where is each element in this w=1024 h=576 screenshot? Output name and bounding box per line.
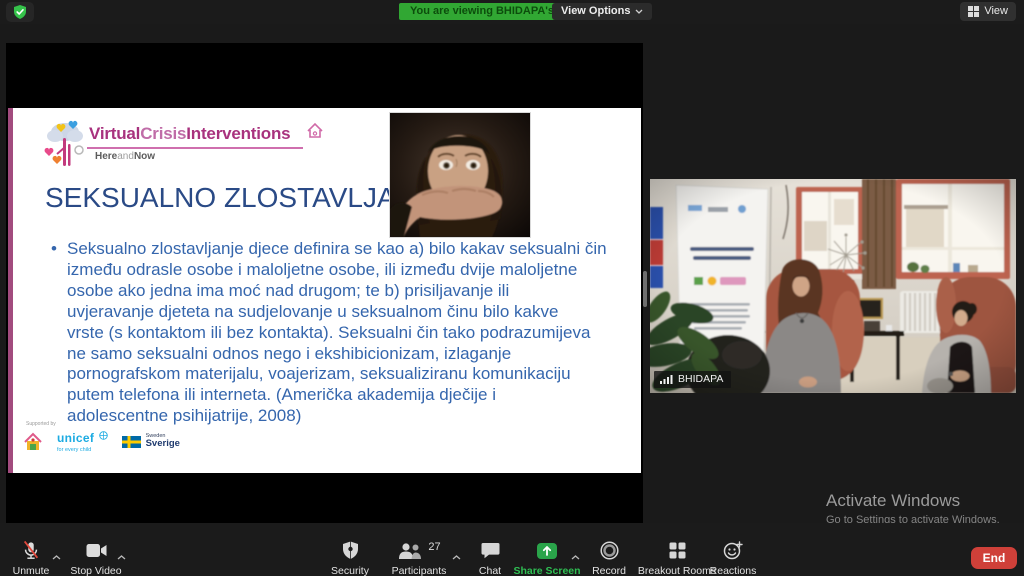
participants-count: 27 [428,541,440,553]
tagline-here: Here [95,151,117,162]
slide-footer: Supported by unicef [23,421,180,454]
record-icon [600,541,619,560]
brand-wordmark: VirtualCrisisInterventions [89,124,290,144]
slide-body-text: • Seksualno zlostavljanje djece definira … [51,239,626,427]
body-line-2: između odrasle osobe i maloljetne osobe,… [51,260,626,281]
video-camera-icon [86,543,107,558]
tagline-and: and [117,151,134,162]
house-icon [305,121,325,141]
brand-underline [87,147,303,149]
slide-photo-frightened-child [389,112,531,238]
bullet-marker: • [51,239,57,260]
participant-video-frame [650,179,1016,393]
connection-signal-icon [660,374,673,384]
reactions-smiley-icon [723,541,743,560]
participant-name-tag: BHIDAPA [654,371,731,388]
sweden-flag-icon [122,436,141,448]
share-options-chevron-icon[interactable] [571,547,580,565]
reactions-button[interactable]: Reactions [705,540,761,576]
zoom-app-window: You are viewing BHIDAPA's screen View Op… [0,0,1024,576]
stop-video-label: Stop Video [64,565,128,576]
body-line-6: ne samo seksualni odnos nego i ekshibici… [51,344,626,365]
brand-virtual: Virtual [89,124,140,143]
unicef-tagline: for every child [57,448,108,454]
unicef-logo: unicef for every child [57,430,108,454]
body-line-1: Seksualno zlostavljanje djece definira s… [67,239,607,258]
chevron-down-icon [635,9,643,14]
breakout-rooms-icon [669,542,686,559]
share-screen-label: Share Screen [508,565,586,576]
body-line-3: osobe ako jedna ima moć nad drugom; te b… [51,281,626,302]
tagline-now: Now [134,151,155,162]
security-label: Security [320,565,380,576]
unmute-label: Unmute [6,565,56,576]
view-options-button[interactable]: View Options [552,3,652,20]
unicef-wordmark: unicef [57,431,94,445]
presentation-slide: VirtualCrisisInterventions HereandNow SE… [8,108,641,473]
body-line-8: putem telefona ili interneta. (Američka … [51,385,626,406]
vci-tree-logo-icon [43,118,87,170]
view-button[interactable]: View [960,2,1016,21]
activate-windows-watermark: Activate Windows Go to Settings to activ… [826,491,1000,526]
video-options-chevron-icon[interactable] [117,547,126,565]
body-line-7: pornografskom materijalu, voajerizam, se… [51,364,626,385]
unmute-button[interactable]: Unmute [6,540,56,576]
top-bar: You are viewing BHIDAPA's screen View Op… [0,0,1024,24]
participants-button[interactable]: 27 Participants [384,540,454,576]
shared-screen-region: VirtualCrisisInterventions HereandNow SE… [6,43,643,523]
record-label: Record [583,565,635,576]
shield-check-icon [12,4,28,20]
microphone-muted-icon [21,540,41,561]
sverige-label: Sverige [146,439,180,449]
brand-crisis: Crisis [140,124,186,143]
unicef-globe-icon [99,431,108,440]
brand-interventions: Interventions [186,124,290,143]
end-meeting-button[interactable]: End [971,547,1017,569]
participant-name: BHIDAPA [678,373,723,385]
bhidapa-house-logo [23,432,43,452]
record-button[interactable]: Record [583,540,635,576]
chat-bubble-icon [481,542,500,559]
supported-by-label: Supported by [26,421,180,427]
unmute-options-chevron-icon[interactable] [52,547,61,565]
body-line-5: vrste (s kontaktom ili bez kontakta). Se… [51,323,626,344]
participants-options-chevron-icon[interactable] [452,547,461,565]
watermark-title: Activate Windows [826,491,1000,511]
view-button-label: View [984,2,1008,21]
security-shield-toolbar-icon [342,541,359,560]
security-button[interactable]: Security [320,540,380,576]
panel-resize-handle[interactable] [643,271,647,307]
slide-title: SEKSUALNO ZLOSTAVLJANJE [45,182,449,214]
participant-video-tile: BHIDAPA [650,179,1016,393]
share-screen-icon [536,542,558,560]
meeting-toolbar: Unmute Stop Video [0,523,1024,576]
brand-tagline: HereandNow [95,151,155,162]
sweden-logo: Sweden Sverige [122,434,180,450]
view-options-label: View Options [561,3,630,20]
body-line-4: uvjeravanje djeteta na sudjelovanje u se… [51,302,626,323]
grid-view-icon [968,6,979,17]
meeting-security-shield-icon[interactable] [6,2,34,22]
participants-label: Participants [384,565,454,576]
reactions-label: Reactions [705,565,761,576]
participants-icon [397,542,423,560]
